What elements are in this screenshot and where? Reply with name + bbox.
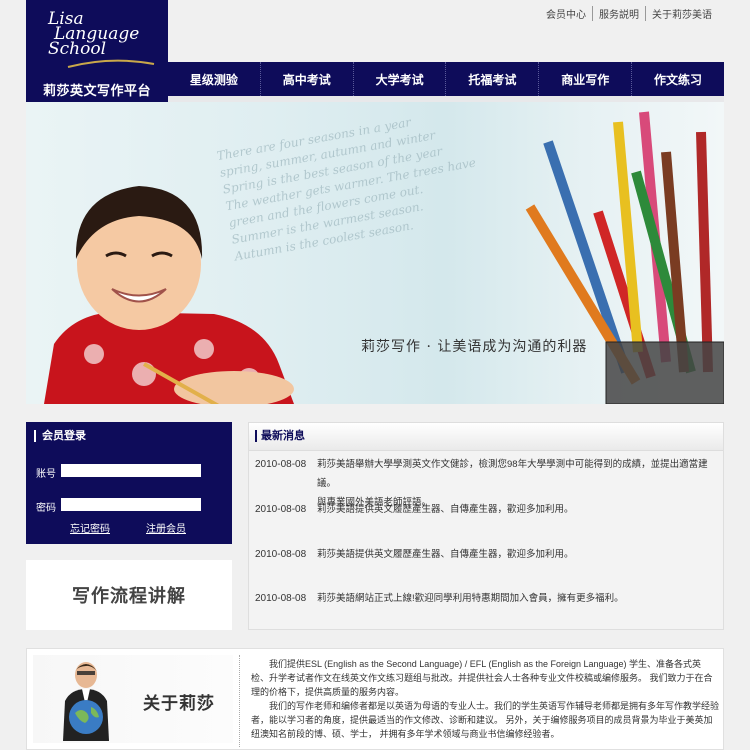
top-link-service-info[interactable]: 服务説明 [592, 6, 645, 21]
nav-item-college-exam[interactable]: 大学考试 [354, 62, 447, 96]
account-input[interactable] [61, 464, 201, 477]
news-item-text[interactable]: 莉莎美語提供英文履歷產生器、自傳產生器，歡迎多加利用。 [317, 500, 717, 519]
about-paragraph: 我们的写作老师和编修者都是以英语为母语的专业人士。我们的学生英语写作辅导老师都是… [251, 701, 720, 739]
news-date: 2010-08-08 [255, 593, 307, 604]
account-label: 账号 [36, 469, 56, 480]
about-paragraph: 我们提供ESL (English as the Second Language)… [251, 659, 713, 697]
logo[interactable]: Lisa Language School 莉莎英文写作平台 [26, 0, 168, 116]
forgot-password-link[interactable]: 忘记密码 [70, 520, 110, 535]
hero-banner: There are four seasons in a year spring,… [26, 102, 724, 404]
news-item-text[interactable]: 莉莎美語提供英文履歷產生器、自傳產生器，歡迎多加利用。 [317, 545, 717, 564]
banner-tagline: 莉莎写作 · 让美语成为沟通的利器 [361, 339, 588, 355]
register-link[interactable]: 注册会员 [146, 520, 186, 535]
logo-script-text: Lisa Language School [48, 11, 158, 59]
nav-item-high-school-exam[interactable]: 高中考试 [261, 62, 354, 96]
about-text: 我们提供ESL (English as the Second Language)… [251, 657, 719, 741]
logo-subtitle: 莉莎英文写作平台 [42, 83, 151, 98]
main-nav: 星级测验 高中考试 大学考试 托福考试 商业写作 作文练习 [168, 62, 724, 96]
news-header: 最新消息 [249, 423, 723, 451]
member-login-panel: 会员登录 账号 密码 忘记密码 注册会员 [26, 422, 232, 544]
login-title: 会员登录 [34, 430, 86, 442]
news-date: 2010-08-08 [255, 549, 307, 560]
about-divider [239, 655, 240, 747]
news-item-line: 莉莎美語舉辦大學學測英文作文健診，檢測您98年大學學測中可能得到的成績，並提出適… [317, 459, 708, 489]
nav-item-star-test[interactable]: 星级测验 [168, 62, 261, 96]
logo-line-school: School [48, 39, 107, 59]
top-link-member-center[interactable]: 会员中心 [540, 6, 592, 21]
news-title: 最新消息 [255, 430, 305, 442]
nav-item-business-writing[interactable]: 商业写作 [539, 62, 633, 96]
password-input[interactable] [61, 498, 201, 511]
nav-item-toefl-exam[interactable]: 托福考试 [446, 62, 540, 96]
news-item-text[interactable]: 莉莎美語網站正式上線!歡迎同學利用特惠期間加入會員，擁有更多福利。 [317, 589, 717, 608]
pencils-photo [525, 111, 724, 404]
news-date: 2010-08-08 [255, 459, 307, 470]
nav-item-essay-practice[interactable]: 作文练习 [632, 62, 724, 96]
news-panel: 最新消息 2010-08-08 莉莎美語舉辦大學學測英文作文健診，檢測您98年大… [248, 422, 724, 630]
password-label: 密码 [36, 503, 56, 514]
child-photo [44, 186, 294, 404]
about-image: 关于莉莎 [33, 655, 233, 743]
top-links: 会员中心 服务説明 关于莉莎美语 [540, 6, 718, 21]
writing-flow-banner[interactable]: 写作流程讲解 [26, 560, 232, 630]
businessman-globe-icon [63, 662, 109, 741]
about-heading: 关于莉莎 [143, 694, 215, 713]
top-link-about[interactable]: 关于莉莎美语 [645, 6, 718, 21]
news-date: 2010-08-08 [255, 504, 307, 515]
about-section: 关于莉莎 我们提供ESL (English as the Second Lang… [26, 648, 724, 750]
logo-swoosh-icon [67, 59, 155, 68]
